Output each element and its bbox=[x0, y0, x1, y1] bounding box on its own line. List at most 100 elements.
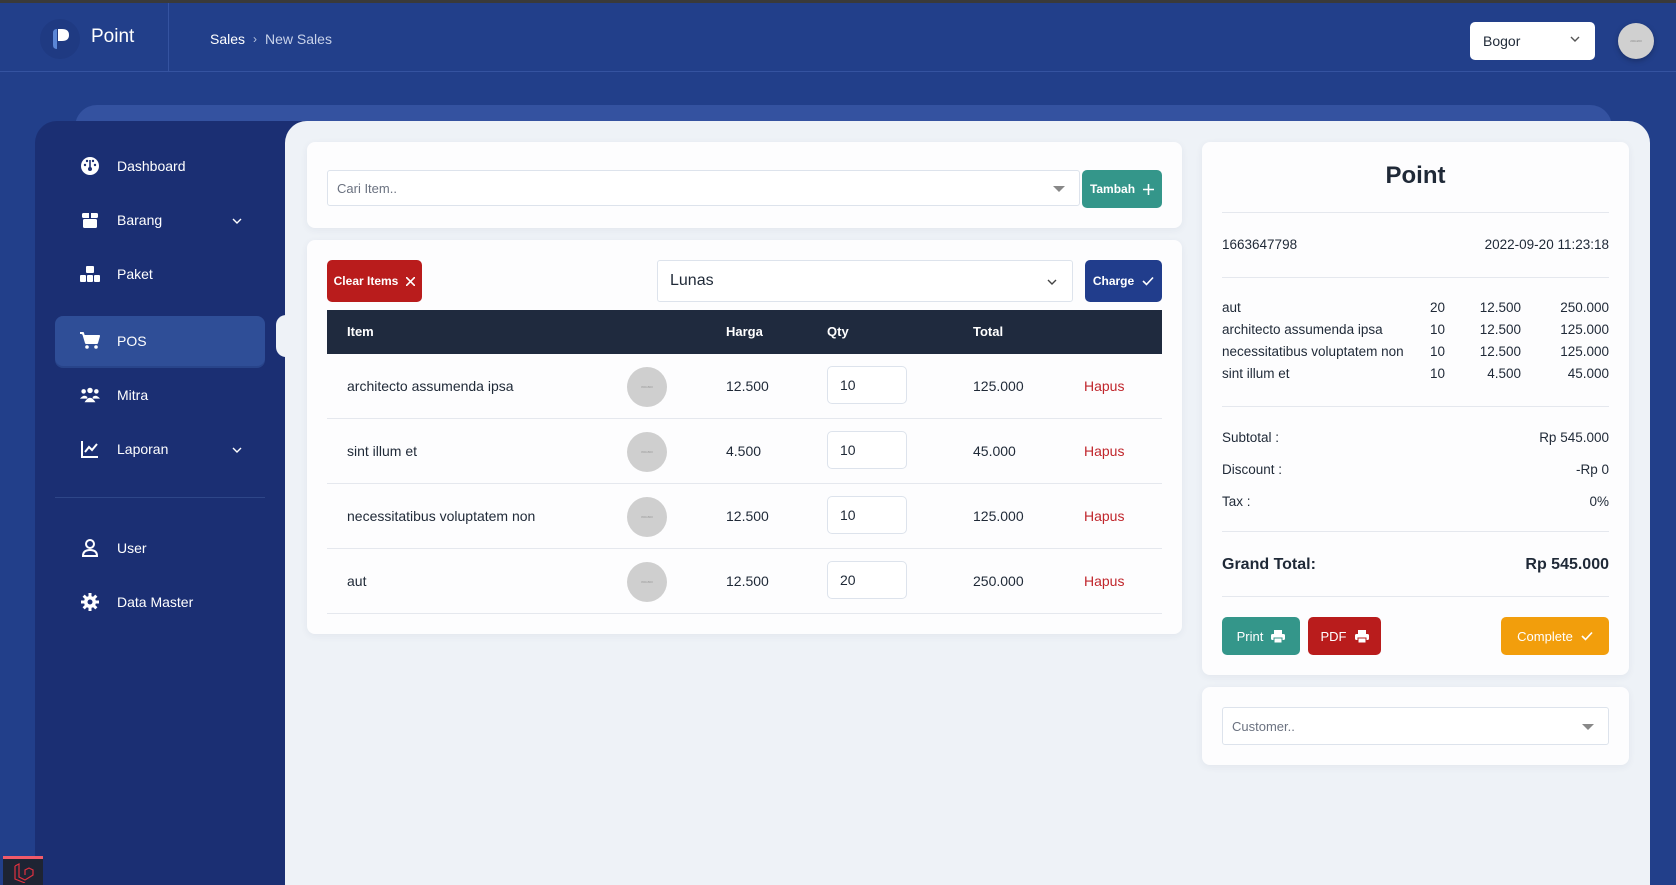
brand[interactable]: Point bbox=[4, 3, 169, 72]
thumbnail-placeholder-text: 800x800 bbox=[641, 385, 653, 389]
customer-card: Customer.. bbox=[1202, 687, 1629, 765]
quantity-input[interactable] bbox=[827, 561, 907, 599]
receipt-line-item: aut bbox=[1222, 300, 1241, 315]
table-row: aut 800x800 12.500 250.000 Hapus bbox=[327, 549, 1162, 614]
item-search-placeholder: Cari Item.. bbox=[337, 180, 397, 196]
sidebar-item-label: POS bbox=[117, 333, 147, 349]
branch-select[interactable]: Bogor bbox=[1470, 22, 1595, 60]
item-price: 12.500 bbox=[726, 378, 769, 394]
sidebar-item-dashboard[interactable]: Dashboard bbox=[55, 141, 265, 191]
customer-select[interactable]: Customer.. bbox=[1222, 707, 1609, 745]
receipt-line-item: architecto assumenda ipsa bbox=[1222, 322, 1383, 337]
avatar[interactable]: 200x200 bbox=[1618, 23, 1654, 59]
avatar-placeholder-text: 200x200 bbox=[1630, 39, 1642, 43]
chevron-down-icon bbox=[232, 218, 242, 224]
thumbnail-placeholder-text: 800x800 bbox=[641, 580, 653, 584]
receipt-line-price: 4.500 bbox=[1487, 366, 1521, 381]
pdf-button[interactable]: PDF bbox=[1308, 617, 1381, 655]
clear-items-button[interactable]: Clear Items bbox=[327, 260, 422, 302]
divider bbox=[1222, 406, 1609, 407]
print-button-label: Print bbox=[1236, 628, 1264, 644]
discount-label: Discount : bbox=[1222, 462, 1283, 477]
item-name: aut bbox=[347, 573, 367, 589]
chevron-right-icon: › bbox=[253, 32, 258, 46]
sidebar-item-pos[interactable]: POS bbox=[55, 316, 265, 366]
sidebar-item-user[interactable]: User bbox=[55, 523, 265, 573]
column-item: Item bbox=[347, 324, 374, 339]
column-qty: Qty bbox=[827, 324, 849, 339]
receipt-title: Point bbox=[1385, 162, 1446, 189]
quantity-input[interactable] bbox=[827, 366, 907, 404]
tambah-button[interactable]: Tambah bbox=[1082, 170, 1162, 208]
complete-button[interactable]: Complete bbox=[1501, 617, 1609, 655]
charge-button-label: Charge bbox=[1092, 274, 1135, 288]
item-price: 4.500 bbox=[726, 443, 762, 459]
item-name: architecto assumenda ipsa bbox=[347, 378, 514, 394]
plus-icon bbox=[1143, 183, 1155, 195]
hapus-link[interactable]: Hapus bbox=[1084, 508, 1124, 524]
branch-select-value: Bogor bbox=[1483, 33, 1521, 49]
receipt-line-qty: 20 bbox=[1429, 300, 1445, 315]
item-price: 12.500 bbox=[726, 508, 769, 524]
charge-button[interactable]: Charge bbox=[1085, 260, 1162, 302]
p-logo-icon bbox=[40, 19, 80, 59]
tax-value: 0% bbox=[1589, 494, 1609, 509]
pdf-button-label: PDF bbox=[1320, 628, 1347, 644]
chart-line-icon bbox=[80, 439, 100, 459]
receipt-line-qty: 10 bbox=[1429, 344, 1445, 359]
boxes-icon bbox=[80, 264, 100, 284]
receipt-line-price: 12.500 bbox=[1479, 344, 1521, 359]
sidebar-item-barang[interactable]: Barang bbox=[55, 195, 265, 245]
sidebar-item-label: Dashboard bbox=[117, 158, 186, 174]
hapus-link[interactable]: Hapus bbox=[1084, 573, 1124, 589]
customer-placeholder: Customer.. bbox=[1232, 718, 1295, 734]
breadcrumb-new-sales: New Sales bbox=[265, 31, 332, 47]
chevron-down-icon bbox=[1047, 279, 1057, 285]
print-button[interactable]: Print bbox=[1222, 617, 1300, 655]
hapus-link[interactable]: Hapus bbox=[1084, 443, 1124, 459]
quantity-input[interactable] bbox=[827, 431, 907, 469]
subtotal-label: Subtotal : bbox=[1222, 430, 1280, 445]
grand-total-value: Rp 545.000 bbox=[1525, 556, 1609, 573]
printer-icon bbox=[1354, 629, 1369, 643]
cart-icon bbox=[80, 331, 100, 351]
sidebar: Dashboard Barang Paket POS Mitra Laporan bbox=[35, 121, 305, 885]
sidebar-item-paket[interactable]: Paket bbox=[55, 249, 265, 299]
sidebar-item-mitra[interactable]: Mitra bbox=[55, 370, 265, 420]
breadcrumb-sales[interactable]: Sales bbox=[210, 31, 245, 47]
thumbnail-placeholder-text: 800x800 bbox=[641, 515, 653, 519]
item-total: 125.000 bbox=[973, 508, 1024, 524]
payment-status-select[interactable]: Lunas bbox=[657, 260, 1073, 302]
chevron-down-icon bbox=[1570, 36, 1580, 42]
table-row: architecto assumenda ipsa 800x800 12.500 12… bbox=[327, 354, 1162, 419]
complete-button-label: Complete bbox=[1517, 628, 1573, 644]
invoice-number: 1663647798 bbox=[1222, 237, 1298, 252]
item-search-card: Cari Item.. Tambah bbox=[307, 142, 1182, 228]
check-icon bbox=[1581, 631, 1593, 641]
item-search-select[interactable]: Cari Item.. bbox=[327, 170, 1080, 206]
check-icon bbox=[1142, 276, 1154, 286]
top-header: Point Sales › New Sales Bogor 200x200 bbox=[0, 3, 1676, 72]
receipt-line-qty: 10 bbox=[1429, 322, 1445, 337]
clear-items-label: Clear Items bbox=[333, 274, 399, 288]
sidebar-item-label: Barang bbox=[117, 212, 163, 228]
hapus-link[interactable]: Hapus bbox=[1084, 378, 1124, 394]
thumbnail-placeholder-text: 800x800 bbox=[641, 450, 653, 454]
sidebar-item-label: Data Master bbox=[117, 594, 194, 610]
gauge-icon bbox=[80, 156, 100, 176]
chevron-down-icon bbox=[232, 447, 242, 453]
receipt-line-qty: 10 bbox=[1429, 366, 1445, 381]
quantity-input[interactable] bbox=[827, 496, 907, 534]
laravel-debugbar-icon[interactable] bbox=[3, 856, 43, 885]
sidebar-item-data-master[interactable]: Data Master bbox=[55, 577, 265, 627]
caret-down-icon bbox=[1053, 186, 1065, 192]
app-name: Point bbox=[91, 26, 135, 47]
item-total: 125.000 bbox=[973, 378, 1024, 394]
receipt-card: Point 1663647798 2022-09-20 11:23:18 aut… bbox=[1202, 142, 1629, 675]
sidebar-item-laporan[interactable]: Laporan bbox=[55, 424, 265, 474]
active-indicator-notch bbox=[276, 315, 294, 357]
item-name: necessitatibus voluptatem non bbox=[347, 508, 536, 524]
cart-card: Clear Items Lunas Charge Item Harga Qty … bbox=[307, 240, 1182, 634]
item-thumbnail: 800x800 bbox=[627, 562, 667, 602]
sidebar-item-label: Paket bbox=[117, 266, 153, 282]
